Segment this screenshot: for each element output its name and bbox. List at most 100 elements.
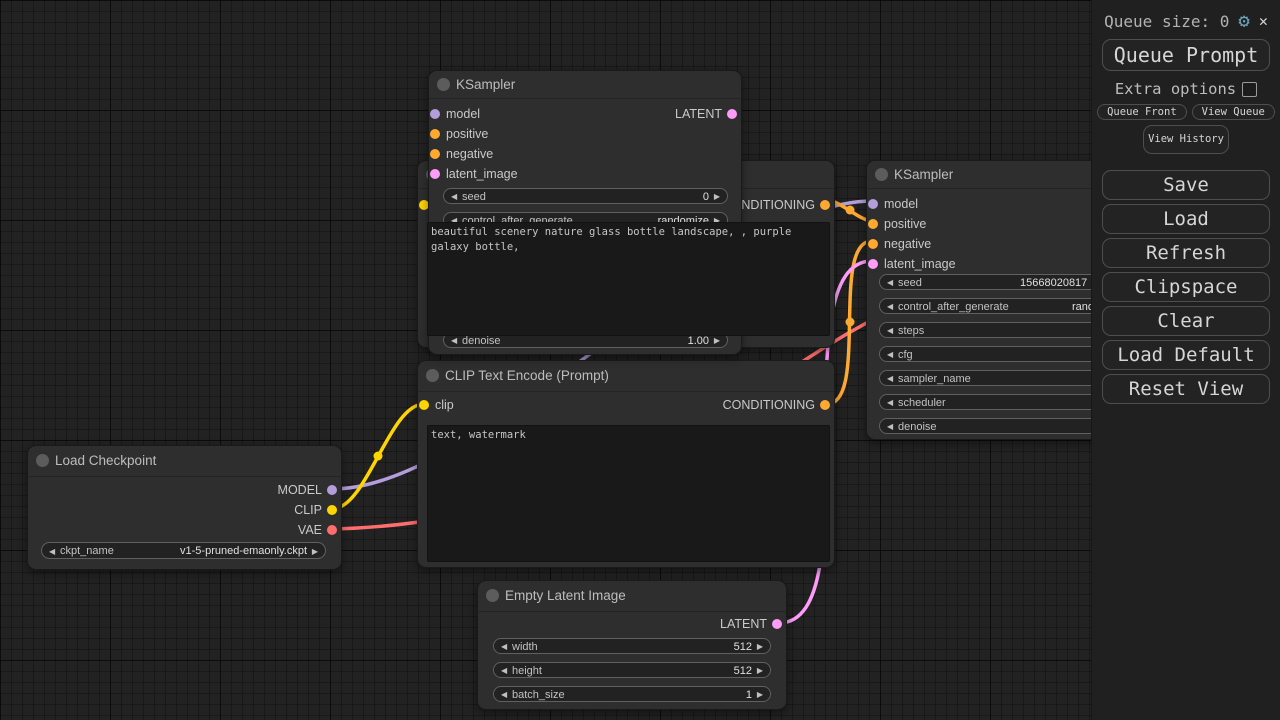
decrement-arrow-icon[interactable]: ◀ — [501, 687, 507, 703]
scheduler-widget-label: scheduler — [898, 395, 946, 411]
scheduler-widget[interactable]: ◀ scheduler — [879, 394, 1091, 410]
refresh-button[interactable]: Refresh — [1102, 238, 1270, 268]
node-collapse-dot[interactable] — [875, 168, 888, 181]
node-ksampler-right[interactable]: KSampler model positive negative latent_… — [866, 160, 1091, 440]
model-input-slot[interactable] — [430, 109, 440, 119]
queue-size-row: Queue size: 0 ⚙ ✕ — [1092, 10, 1280, 32]
close-icon[interactable]: ✕ — [1259, 12, 1268, 30]
node-title: KSampler — [894, 167, 953, 182]
batch-size-label: batch_size — [512, 687, 565, 703]
node-title-bar[interactable]: CLIP Text Encode (Prompt) — [418, 361, 834, 392]
clip-input-slot[interactable] — [419, 400, 429, 410]
seed-widget-label: seed — [898, 275, 922, 291]
node-title-bar[interactable]: Load Checkpoint — [28, 446, 341, 477]
cfg-widget[interactable]: ◀ cfg — [879, 346, 1091, 362]
control-after-generate-label: control_after_generate — [898, 299, 1009, 315]
load-default-button[interactable]: Load Default — [1102, 340, 1270, 370]
seed-widget[interactable]: ◀ seed 15668020817 — [879, 274, 1091, 290]
queue-size-label: Queue size: 0 — [1104, 12, 1229, 31]
positive-prompt-textarea[interactable]: beautiful scenery nature glass bottle la… — [427, 222, 830, 336]
queue-front-button[interactable]: Queue Front — [1097, 104, 1187, 120]
node-collapse-dot[interactable] — [486, 589, 499, 602]
ckpt-name-widget[interactable]: ◀ ckpt_name v1-5-pruned-emaonly.ckpt ▶ — [41, 542, 326, 559]
reset-view-button[interactable]: Reset View — [1102, 374, 1270, 404]
node-graph-canvas[interactable]: CLIP Text Encode (Prompt) clip CONDITION… — [0, 0, 1091, 720]
positive-input-label: positive — [884, 214, 926, 234]
sampler-name-widget[interactable]: ◀ sampler_name — [879, 370, 1091, 386]
decrement-arrow-icon[interactable]: ◀ — [887, 395, 893, 411]
decrement-arrow-icon[interactable]: ◀ — [887, 323, 893, 339]
conditioning-output-label: CONDITIONING — [723, 395, 815, 415]
save-button[interactable]: Save — [1102, 170, 1270, 200]
steps-widget[interactable]: ◀ steps — [879, 322, 1091, 338]
slot-row: positive — [867, 214, 1091, 234]
width-widget[interactable]: ◀ width 512 ▶ — [493, 638, 771, 654]
model-output-slot[interactable] — [327, 485, 337, 495]
increment-arrow-icon[interactable]: ▶ — [757, 663, 763, 679]
seed-widget-value: 0 — [703, 189, 709, 205]
steps-widget-label: steps — [898, 323, 924, 339]
ckpt-name-value: v1-5-pruned-emaonly.ckpt — [180, 543, 307, 560]
negative-prompt-textarea[interactable]: text, watermark — [427, 425, 830, 562]
slot-row: MODEL — [28, 480, 341, 500]
node-load-checkpoint[interactable]: Load Checkpoint MODEL CLIP VAE ◀ ckpt_na… — [27, 445, 342, 570]
node-collapse-dot[interactable] — [437, 78, 450, 91]
load-button[interactable]: Load — [1102, 204, 1270, 234]
extra-options-row: Extra options — [1092, 80, 1280, 98]
increment-arrow-icon[interactable]: ▶ — [757, 639, 763, 655]
node-title-bar[interactable]: Empty Latent Image — [478, 581, 786, 612]
positive-input-slot[interactable] — [430, 129, 440, 139]
conditioning-output-slot[interactable] — [820, 400, 830, 410]
height-widget[interactable]: ◀ height 512 ▶ — [493, 662, 771, 678]
seed-widget[interactable]: ◀ seed 0 ▶ — [443, 188, 728, 204]
control-after-generate-widget[interactable]: ◀ control_after_generate randomize — [879, 298, 1091, 314]
node-title: KSampler — [456, 77, 515, 92]
decrement-arrow-icon[interactable]: ◀ — [887, 299, 893, 315]
node-collapse-dot[interactable] — [426, 369, 439, 382]
view-history-button[interactable]: View History — [1143, 125, 1229, 154]
node-title: Load Checkpoint — [55, 453, 156, 468]
decrement-arrow-icon[interactable]: ◀ — [501, 663, 507, 679]
clip-input-label: clip — [435, 395, 454, 415]
decrement-arrow-icon[interactable]: ◀ — [49, 543, 55, 560]
slot-row: negative — [429, 144, 741, 164]
decrement-arrow-icon[interactable]: ◀ — [501, 639, 507, 655]
conditioning-output-slot[interactable] — [820, 200, 830, 210]
node-title: Empty Latent Image — [505, 588, 626, 603]
negative-input-slot[interactable] — [868, 239, 878, 249]
slot-row: latent_image — [429, 164, 741, 184]
latent-output-slot[interactable] — [772, 619, 782, 629]
increment-arrow-icon[interactable]: ▶ — [312, 543, 318, 560]
slot-row: VAE — [28, 520, 341, 540]
clipspace-button[interactable]: Clipspace — [1102, 272, 1270, 302]
clip-output-slot[interactable] — [327, 505, 337, 515]
decrement-arrow-icon[interactable]: ◀ — [887, 419, 893, 435]
latent-image-input-slot[interactable] — [868, 259, 878, 269]
decrement-arrow-icon[interactable]: ◀ — [887, 371, 893, 387]
latent-image-input-slot[interactable] — [430, 169, 440, 179]
negative-input-slot[interactable] — [430, 149, 440, 159]
model-input-slot[interactable] — [868, 199, 878, 209]
decrement-arrow-icon[interactable]: ◀ — [887, 275, 893, 291]
node-title-bar[interactable]: KSampler — [429, 71, 741, 99]
increment-arrow-icon[interactable]: ▶ — [757, 687, 763, 703]
queue-actions-row: Queue Front View Queue — [1092, 104, 1280, 120]
batch-size-widget[interactable]: ◀ batch_size 1 ▶ — [493, 686, 771, 702]
queue-prompt-button[interactable]: Queue Prompt — [1102, 39, 1270, 71]
denoise-widget[interactable]: ◀ denoise — [879, 418, 1091, 434]
positive-input-slot[interactable] — [868, 219, 878, 229]
decrement-arrow-icon[interactable]: ◀ — [451, 189, 457, 205]
node-collapse-dot[interactable] — [36, 454, 49, 467]
extra-options-checkbox[interactable] — [1242, 82, 1257, 97]
model-input-label: model — [884, 194, 918, 214]
increment-arrow-icon[interactable]: ▶ — [714, 189, 720, 205]
node-empty-latent-image[interactable]: Empty Latent Image LATENT ◀ width 512 ▶ … — [477, 580, 787, 710]
view-queue-button[interactable]: View Queue — [1192, 104, 1275, 120]
decrement-arrow-icon[interactable]: ◀ — [887, 347, 893, 363]
cfg-widget-label: cfg — [898, 347, 913, 363]
settings-gear-icon[interactable]: ⚙ — [1238, 12, 1249, 31]
clear-button[interactable]: Clear — [1102, 306, 1270, 336]
vae-output-slot[interactable] — [327, 525, 337, 535]
latent-output-slot[interactable] — [727, 109, 737, 119]
node-title-bar[interactable]: KSampler — [867, 161, 1091, 189]
